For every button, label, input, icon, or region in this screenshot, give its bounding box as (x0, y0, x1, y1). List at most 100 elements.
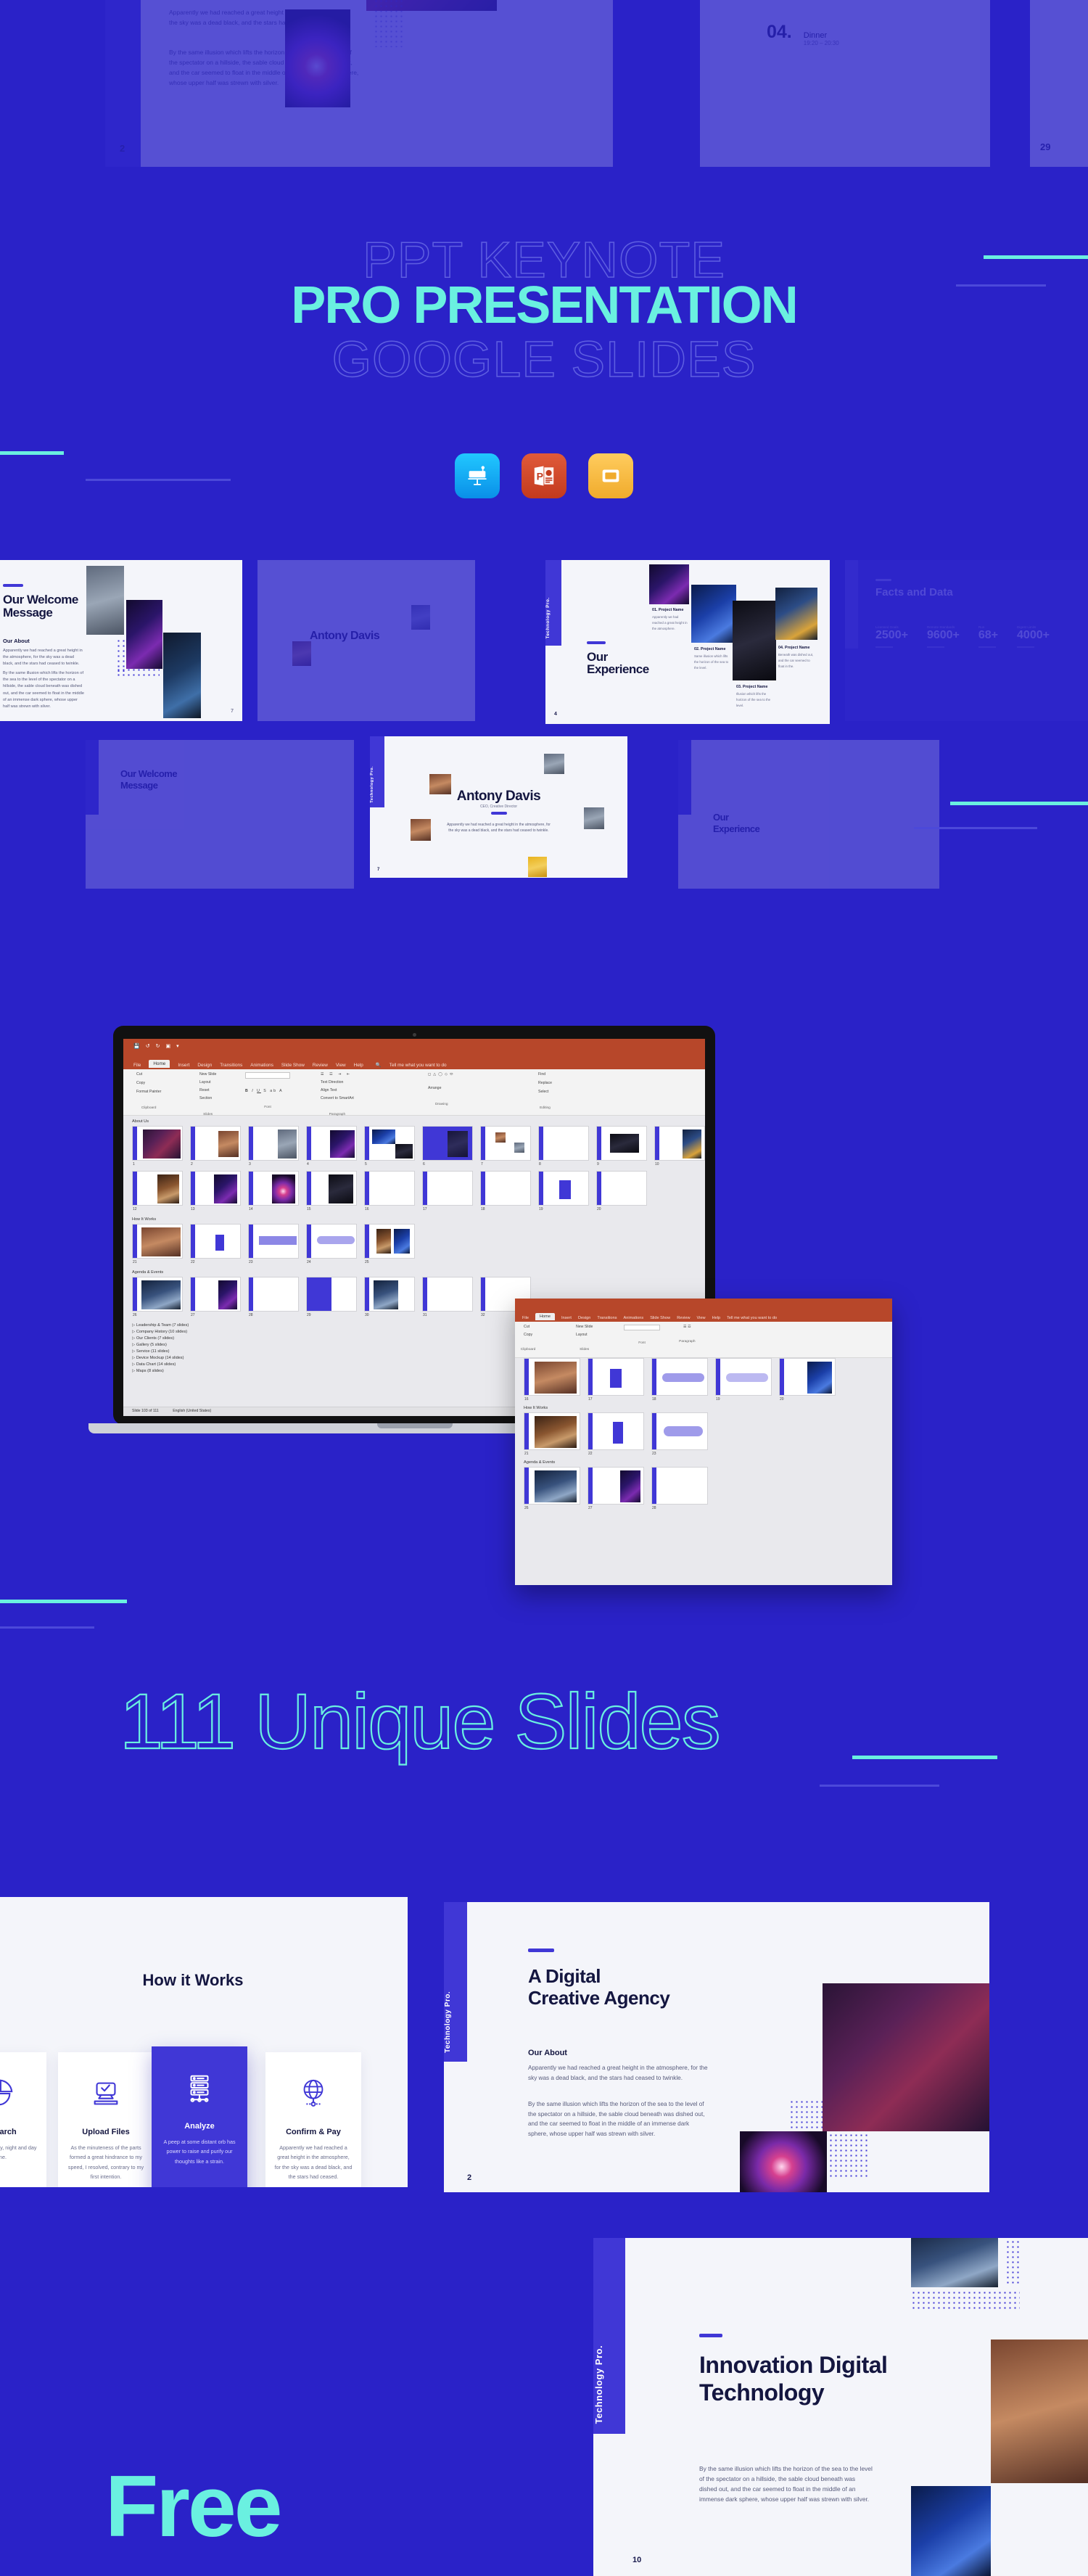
font-box[interactable] (245, 1072, 290, 1079)
ribbon-group-drawing[interactable]: ◻△◯◇⬭ Arrange Drawing (428, 1072, 456, 1106)
convert-smartart-command[interactable]: Convert to SmartArt (321, 1096, 354, 1100)
tell-me-icon[interactable]: 🔍 (376, 1062, 382, 1068)
arrange-command[interactable]: Arrange (428, 1086, 456, 1090)
ribbon-tab-bar[interactable]: File Home Insert Design Transitions Anim… (133, 1060, 447, 1068)
slide-thumbnail[interactable]: 26 (524, 1467, 580, 1510)
slide-our-experience[interactable]: Technology Pro. Our Experience 01. Proje… (545, 560, 830, 724)
powerpoint-titlebar-secondary[interactable]: File Home Insert Design Transitions Anim… (515, 1299, 892, 1322)
ribbon-group-font[interactable]: B I U S ab A Font (245, 1072, 290, 1109)
slide-facts-and-data[interactable]: Facts and Data Licensed Goals 2500+ Remot… (845, 560, 1088, 721)
tab-insert[interactable]: Insert (178, 1063, 189, 1068)
format-painter-command[interactable]: Format Painter (136, 1090, 161, 1094)
ribbon-group-paragraph[interactable]: ☰ ☲ Paragraph (679, 1325, 695, 1343)
slide-thumbnail[interactable]: 16 (524, 1358, 580, 1402)
font-box[interactable] (624, 1325, 660, 1330)
slide-thumbnail[interactable]: 4 (306, 1126, 357, 1166)
slide-faded-right[interactable]: 29 (1030, 0, 1088, 167)
ribbon-group-slides[interactable]: New Slide Layout Slides (576, 1325, 593, 1351)
undo-icon[interactable]: ↺ (146, 1043, 150, 1049)
thumbnail-row[interactable]: 26 27 28 (515, 1467, 892, 1510)
slide-thumbnail[interactable]: 25 (364, 1224, 415, 1264)
slide-thumbnail[interactable]: 13 (190, 1171, 241, 1211)
ribbon-tab-bar-secondary[interactable]: File Home Insert Design Transitions Anim… (522, 1313, 777, 1320)
slide-welcome-faded[interactable]: Our Welcome Message (86, 740, 354, 889)
tab-slide-show[interactable]: Slide Show (650, 1316, 670, 1320)
ribbon[interactable]: Cut Copy Format Painter Clipboard New Sl… (123, 1069, 705, 1116)
slide-digital-creative-agency[interactable]: Technology Pro. A Digital Creative Agenc… (444, 1902, 989, 2192)
ribbon-secondary[interactable]: Cut Copy Clipboard New Slide Layout Slid… (515, 1322, 892, 1358)
text-direction-command[interactable]: Text Direction (321, 1080, 354, 1085)
slide-thumbnail[interactable]: 29 (306, 1277, 357, 1317)
slide-thumbnail[interactable]: 16 (364, 1171, 415, 1211)
tab-help[interactable]: Help (712, 1316, 721, 1320)
tab-file[interactable]: File (133, 1063, 141, 1068)
slide-thumbnail[interactable]: 7 (480, 1126, 531, 1166)
shapes-gallery[interactable]: ◻△◯◇⬭ (428, 1072, 456, 1077)
section-header-how-it-works[interactable]: How It Works (132, 1217, 705, 1222)
customize-qat-icon[interactable]: ▾ (176, 1043, 179, 1049)
slide-thumbnail[interactable]: 23 (651, 1412, 708, 1456)
ribbon-group-editing[interactable]: Find Replace Select Editing (538, 1072, 552, 1110)
bullets-row[interactable]: ☰ ☲ ⇥ ⇤ (321, 1072, 354, 1077)
tab-design[interactable]: Design (197, 1063, 212, 1068)
cut-command[interactable]: Cut (524, 1325, 532, 1329)
slide-thumbnail[interactable]: 21 (132, 1224, 183, 1264)
slide-antony-davis[interactable]: Technology Pro. Antony Davis CEO, Creati… (370, 736, 627, 878)
slide-thumbnail[interactable]: 18 (651, 1358, 708, 1402)
hiw-card-analyze[interactable]: Analyze A peep at some distant orb has p… (152, 2046, 247, 2187)
slide-sorter-canvas-secondary[interactable]: 16 17 18 19 20 How It Works 21 22 23 Age… (515, 1358, 892, 1585)
hiw-card-research[interactable]: Research Regaining velocity, night and d… (0, 2052, 46, 2187)
slide-thumbnail[interactable]: 28 (651, 1467, 708, 1510)
tab-home[interactable]: Home (535, 1313, 555, 1320)
powerpoint-titlebar[interactable]: 💾 ↺ ↻ ▣ ▾ File Home Insert Design Transi… (123, 1039, 705, 1069)
slide-thumbnail[interactable]: 22 (190, 1224, 241, 1264)
slide-thumbnail[interactable]: 26 (132, 1277, 183, 1317)
slide-innovation-digital-technology[interactable]: Technology Pro. Innovation Digital Techn… (593, 2238, 1088, 2576)
slide-thumbnail[interactable]: 20 (596, 1171, 647, 1211)
slide-thumbnail[interactable]: 20 (779, 1358, 836, 1402)
tab-transitions[interactable]: Transitions (220, 1063, 242, 1068)
tab-transitions[interactable]: Transitions (597, 1316, 617, 1320)
redo-icon[interactable]: ↻ (156, 1043, 160, 1049)
ribbon-group-paragraph[interactable]: ☰ ☲ ⇥ ⇤ Text Direction Align Text Conver… (321, 1072, 354, 1116)
thumbnail-row[interactable]: 1 2 3 4 5 6 7 8 9 10 (123, 1126, 705, 1166)
tab-design[interactable]: Design (578, 1316, 590, 1320)
tab-help[interactable]: Help (354, 1063, 363, 1068)
slide-experience-faded[interactable]: Our Experience (678, 740, 939, 889)
thumbnail-row[interactable]: 12 13 14 15 16 17 18 19 20 (123, 1171, 705, 1211)
hiw-card-confirm-pay[interactable]: Confirm & Pay Apparently we had reached … (265, 2052, 361, 2187)
replace-command[interactable]: Replace (538, 1081, 552, 1085)
slide-thumbnail[interactable]: 28 (248, 1277, 299, 1317)
thumbnail-row[interactable]: 21 22 23 (515, 1412, 892, 1456)
slide-creative-agency[interactable]: Creative Agency Our About Apparently we … (105, 0, 613, 167)
slide-thumbnail[interactable]: 8 (538, 1126, 589, 1166)
slide-thumbnail[interactable]: 10 (654, 1126, 705, 1166)
slide-thumbnail[interactable]: 27 (588, 1467, 644, 1510)
align-text-command[interactable]: Align Text (321, 1088, 354, 1092)
slide-thumbnail[interactable]: 19 (715, 1358, 772, 1402)
tab-animations[interactable]: Animations (250, 1063, 273, 1068)
tell-me-input[interactable]: Tell me what you want to do (727, 1316, 777, 1320)
layout-command[interactable]: Layout (576, 1333, 593, 1337)
slide-thumbnail[interactable]: 2 (190, 1126, 241, 1166)
thumbnail-row[interactable]: 16 17 18 19 20 (515, 1358, 892, 1402)
slide-thumbnail[interactable]: 22 (588, 1412, 644, 1456)
slide-thumbnail[interactable]: 14 (248, 1171, 299, 1211)
slide-thumbnail[interactable]: 24 (306, 1224, 357, 1264)
tab-slide-show[interactable]: Slide Show (281, 1063, 305, 1068)
copy-command[interactable]: Copy (136, 1081, 161, 1085)
section-header-agenda-events-secondary[interactable]: Agenda & Events (524, 1460, 892, 1465)
present-icon[interactable]: ▣ (165, 1043, 170, 1049)
keynote-icon[interactable] (455, 453, 500, 498)
slide-thumbnail[interactable]: 12 (132, 1171, 183, 1211)
slide-how-it-works[interactable]: How it Works Research Regaining velocity… (0, 1897, 408, 2187)
section-header-how-it-works-secondary[interactable]: How It Works (524, 1406, 892, 1410)
tab-file[interactable]: File (522, 1316, 529, 1320)
find-command[interactable]: Find (538, 1072, 552, 1077)
bullets-row[interactable]: ☰ ☲ (683, 1325, 691, 1329)
slide-thumbnail[interactable]: 19 (538, 1171, 589, 1211)
tab-review[interactable]: Review (677, 1316, 690, 1320)
tab-insert[interactable]: Insert (561, 1316, 572, 1320)
slide-thumbnail[interactable]: 15 (306, 1171, 357, 1211)
slide-thumbnail[interactable]: 23 (248, 1224, 299, 1264)
